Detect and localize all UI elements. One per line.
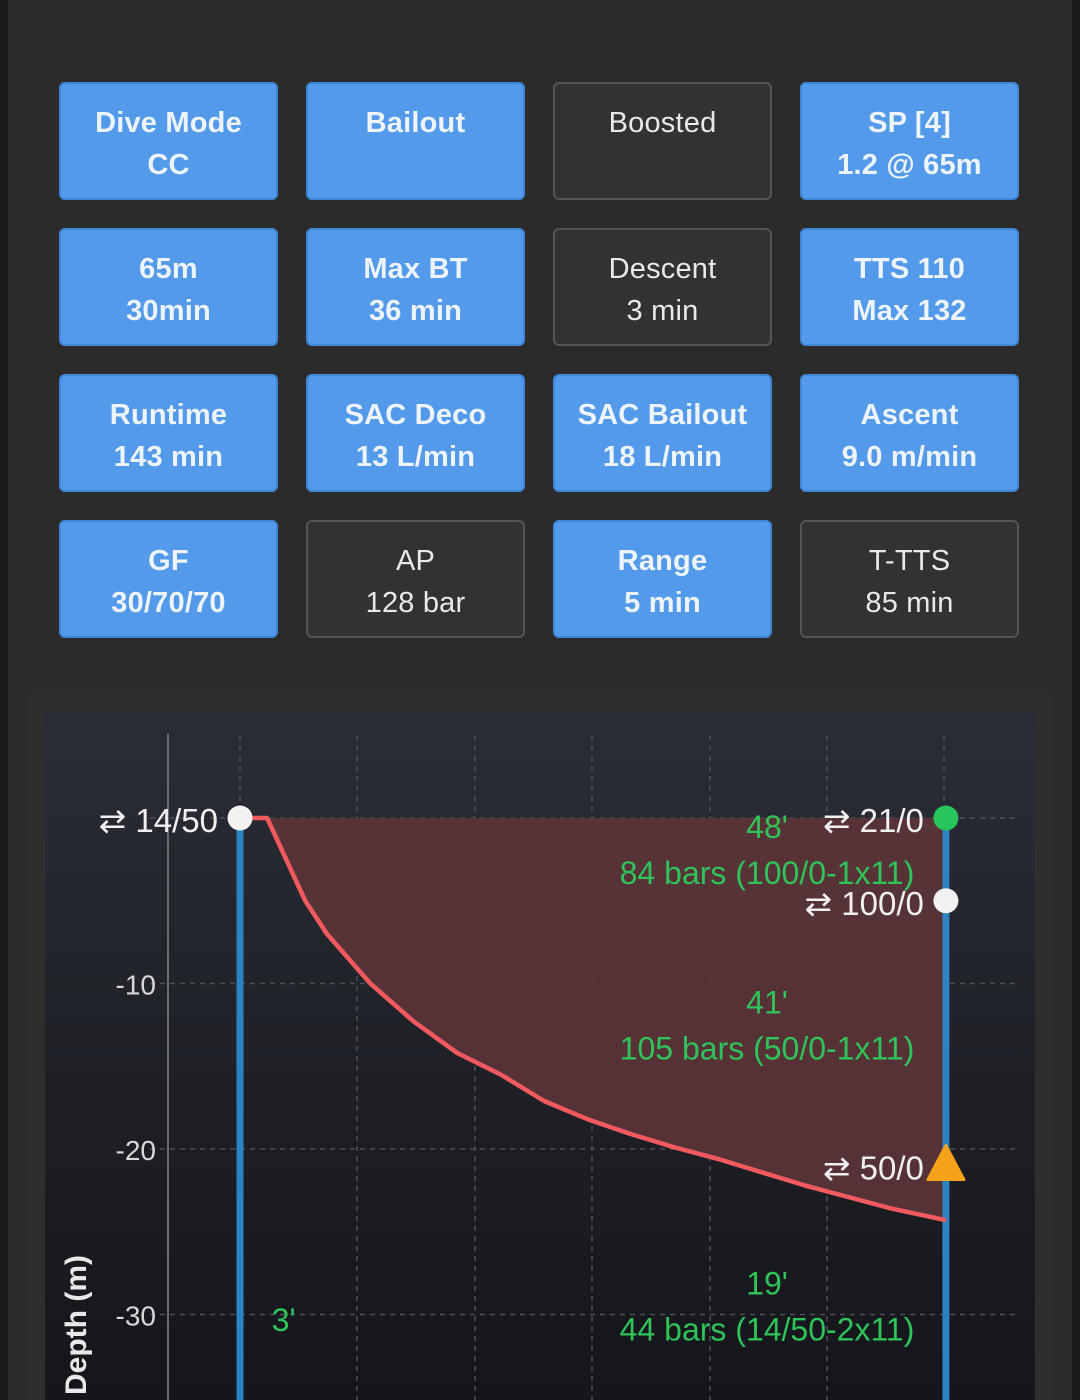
gas-usage-annotation: 19' xyxy=(746,1266,788,1302)
y-tick-label: -30 xyxy=(116,1301,156,1332)
gas-switch-label: ⇄ 100/0 xyxy=(804,885,923,922)
gas-usage-annotation: 41' xyxy=(746,984,788,1020)
y-tick-label: -10 xyxy=(116,970,156,1001)
gas-switch-label: ⇄ 14/50 xyxy=(99,802,218,839)
dive-profile-svg: -10-20-30Depth (m)48'84 bars (100/0-1x11… xyxy=(60,734,1015,1400)
gas-switch-marker xyxy=(933,805,959,831)
gas-usage-annotation: 3' xyxy=(272,1302,296,1338)
gas-switch-label: ⇄ 21/0 xyxy=(823,802,924,839)
gas-usage-annotation: 105 bars (50/0-1x11) xyxy=(620,1030,915,1066)
gas-switch-label: ⇄ 50/0 xyxy=(823,1150,924,1187)
gas-usage-annotation: 44 bars (14/50-2x11) xyxy=(620,1312,915,1348)
gas-switch-marker xyxy=(227,805,253,831)
gas-switch-marker xyxy=(933,888,959,914)
y-axis-label: Depth (m) xyxy=(60,1255,93,1395)
y-tick-label: -20 xyxy=(116,1135,156,1166)
gas-usage-annotation: 48' xyxy=(746,809,788,845)
